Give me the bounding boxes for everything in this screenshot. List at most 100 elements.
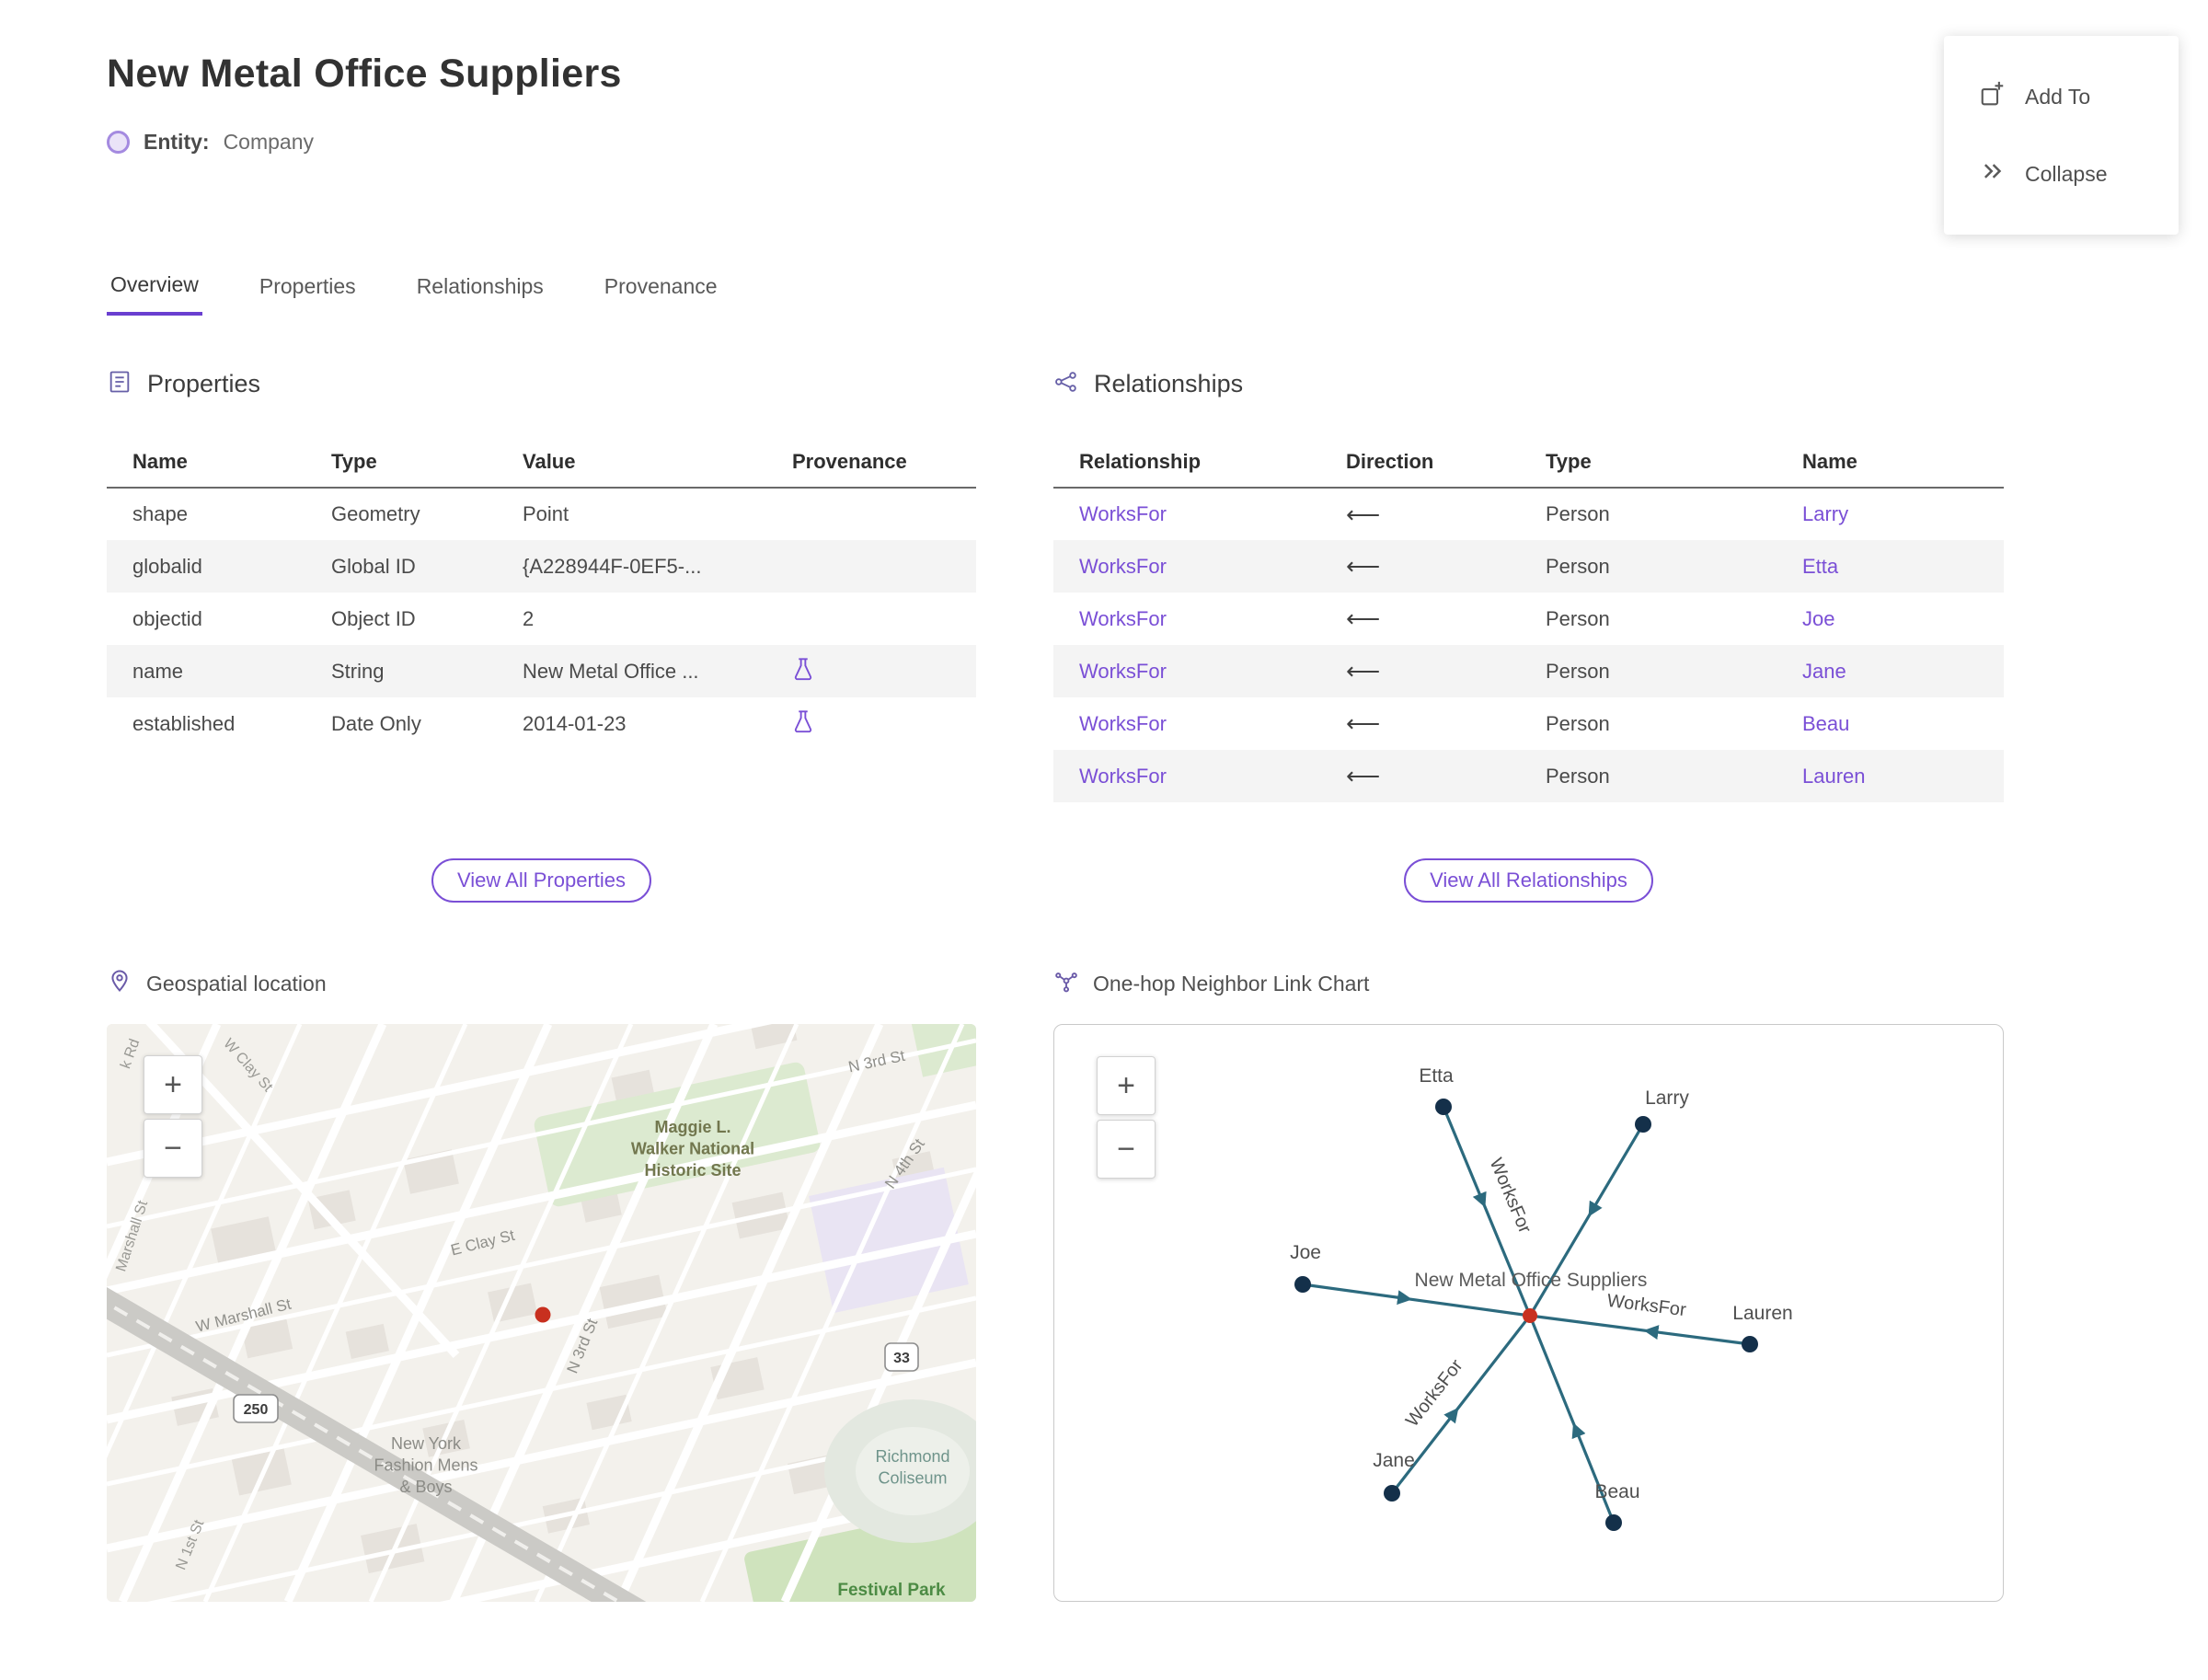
- relationships-table: Relationship Direction Type Name WorksFor ⟵ P…: [1053, 437, 2004, 802]
- person-name-link[interactable]: Beau: [1802, 712, 1849, 735]
- map-label: Festival Park: [837, 1581, 946, 1600]
- overview-columns: Properties Name Type Value Provenance shape…: [107, 367, 2208, 1602]
- relationship-type-link[interactable]: WorksFor: [1079, 765, 1167, 788]
- property-value-cell: Point: [523, 502, 569, 525]
- map-route-shield: 250: [233, 1394, 279, 1423]
- tab-provenance[interactable]: Provenance: [601, 272, 721, 316]
- link-chart-node[interactable]: [1605, 1514, 1622, 1531]
- link-chart-node[interactable]: [1635, 1116, 1651, 1133]
- link-chart-svg[interactable]: WorksForWorksForWorksForEttaLarryJoeLaur…: [1054, 1025, 2003, 1601]
- link-chart-node-label: Lauren: [1732, 1303, 1792, 1324]
- svg-text:33: 33: [893, 1351, 910, 1366]
- relationship-type-link[interactable]: WorksFor: [1079, 660, 1167, 683]
- link-chart-node[interactable]: [1294, 1276, 1311, 1293]
- relationship-row: WorksFor ⟵ Person Larry: [1053, 488, 2004, 540]
- link-chart-node-label: Joe: [1290, 1242, 1321, 1263]
- page-title: New Metal Office Suppliers: [107, 52, 622, 96]
- link-chart-node-label: Jane: [1373, 1450, 1415, 1471]
- entity-type-cell: Person: [1546, 606, 1610, 630]
- property-type-cell: Geometry: [331, 502, 420, 525]
- map-marker-layer: [535, 1306, 551, 1323]
- provenance-cell[interactable]: [785, 645, 976, 697]
- person-name-link[interactable]: Jane: [1802, 660, 1846, 683]
- view-all-relationships-button[interactable]: View All Relationships: [1404, 858, 1653, 903]
- entity-type-cell: Person: [1546, 659, 1610, 683]
- column-header: Value: [515, 437, 785, 489]
- link-chart-edge-label: WorksFor: [1606, 1291, 1688, 1320]
- relationship-type-link[interactable]: WorksFor: [1079, 502, 1167, 525]
- entity-type-cell: Person: [1546, 711, 1610, 735]
- collapse-button[interactable]: Collapse: [1979, 157, 2179, 190]
- chevrons-right-icon: [1979, 157, 2007, 190]
- relationships-table-header: Relationship Direction Type Name: [1053, 437, 2004, 489]
- provenance-cell: [785, 593, 976, 645]
- relationship-type-link[interactable]: WorksFor: [1079, 607, 1167, 630]
- property-name-cell: shape: [132, 502, 188, 525]
- direction-arrow: ⟵: [1346, 604, 1381, 632]
- tab-bar: Overview Properties Relationships Provenanc…: [107, 272, 2208, 316]
- property-row: objectid Object ID 2: [107, 593, 976, 645]
- link-chart-node[interactable]: [1435, 1099, 1452, 1115]
- add-to-button[interactable]: Add To: [1979, 80, 2179, 113]
- relationship-row: WorksFor ⟵ Person Lauren: [1053, 750, 2004, 802]
- entity-type-cell: Person: [1546, 764, 1610, 788]
- entity-details-page: New Metal Office Suppliers Entity: Compa…: [0, 0, 2208, 1602]
- view-all-properties-button[interactable]: View All Properties: [431, 858, 651, 903]
- properties-section-head: Properties: [107, 367, 976, 400]
- relationship-row: WorksFor ⟵ Person Joe: [1053, 593, 2004, 645]
- map-location-marker[interactable]: [535, 1306, 551, 1323]
- link-chart-zoom-out-button[interactable]: −: [1097, 1120, 1156, 1179]
- entity-type-value: Company: [223, 130, 314, 154]
- relationship-row: WorksFor ⟵ Person Beau: [1053, 697, 2004, 750]
- map-panel[interactable]: 250 33 k Rd W Clay St N 3rd St Maggie L. Walk…: [107, 1024, 976, 1602]
- tab-properties[interactable]: Properties: [256, 272, 360, 316]
- property-type-cell: String: [331, 659, 385, 683]
- relationships-section-title: Relationships: [1094, 369, 1244, 397]
- link-chart-panel[interactable]: WorksFor WorksFor WorksFor Etta Larry Joe Laur…: [1053, 1024, 2004, 1602]
- property-row: shape Geometry Point: [107, 488, 976, 540]
- tab-overview[interactable]: Overview: [107, 272, 202, 316]
- relationships-section-head: Relationships: [1053, 367, 2004, 400]
- relationships-column: Relationships Relationship Direction Type N…: [1053, 367, 2004, 1602]
- map-canvas[interactable]: 25033 k Rd W Clay St N 3rd StMaggie L. Walk…: [107, 1024, 976, 1602]
- properties-table-body: shape Geometry Point globalid Global ID {A228…: [107, 488, 976, 750]
- tab-relationships[interactable]: Relationships: [413, 272, 547, 316]
- link-chart-node[interactable]: [1384, 1485, 1400, 1502]
- svg-text:250: 250: [244, 1402, 269, 1418]
- link-chart-title: One-hop Neighbor Link Chart: [1093, 971, 1370, 995]
- direction-arrow: ⟵: [1346, 762, 1381, 789]
- map-route-shield: 33: [884, 1342, 919, 1372]
- property-type-cell: Global ID: [331, 554, 416, 578]
- actions-panel: Add To Collapse: [1944, 36, 2179, 235]
- property-value-cell: New Metal Office ...: [523, 659, 699, 683]
- link-chart-center-node[interactable]: [1523, 1308, 1537, 1323]
- person-name-link[interactable]: Joe: [1802, 607, 1834, 630]
- link-chart-node-label: Etta: [1419, 1065, 1454, 1087]
- map-zoom-out-button[interactable]: −: [144, 1119, 202, 1178]
- link-chart-icon: [1053, 968, 1079, 999]
- provenance-filter-icon[interactable]: [792, 657, 814, 681]
- relationship-row: WorksFor ⟵ Person Etta: [1053, 540, 2004, 593]
- link-chart-node[interactable]: [1742, 1336, 1758, 1352]
- link-chart-section-label: One-hop Neighbor Link Chart: [1053, 969, 2004, 998]
- relationships-block: Relationships Relationship Direction Type N…: [1053, 367, 2004, 858]
- provenance-filter-icon[interactable]: [792, 709, 814, 733]
- entity-subtitle: Entity: Company: [107, 130, 2208, 155]
- property-row: name String New Metal Office ...: [107, 645, 976, 697]
- person-name-link[interactable]: Etta: [1802, 555, 1838, 578]
- map-pin-icon: [107, 968, 132, 999]
- link-chart-zoom-in-button[interactable]: +: [1097, 1056, 1156, 1115]
- provenance-cell[interactable]: [785, 697, 976, 750]
- entity-label: Entity:: [144, 130, 210, 154]
- property-value-cell: 2: [523, 606, 535, 630]
- person-name-link[interactable]: Lauren: [1802, 765, 1866, 788]
- column-header: Relationship: [1053, 437, 1339, 489]
- form-icon: [107, 369, 132, 399]
- relationship-type-link[interactable]: WorksFor: [1079, 555, 1167, 578]
- person-name-link[interactable]: Larry: [1802, 502, 1848, 525]
- map-zoom-controls: + −: [144, 1055, 202, 1178]
- relationship-type-link[interactable]: WorksFor: [1079, 712, 1167, 735]
- link-chart-node-label: Larry: [1645, 1087, 1689, 1109]
- link-chart-edge-label: WorksFor: [1402, 1355, 1467, 1431]
- map-zoom-in-button[interactable]: +: [144, 1055, 202, 1114]
